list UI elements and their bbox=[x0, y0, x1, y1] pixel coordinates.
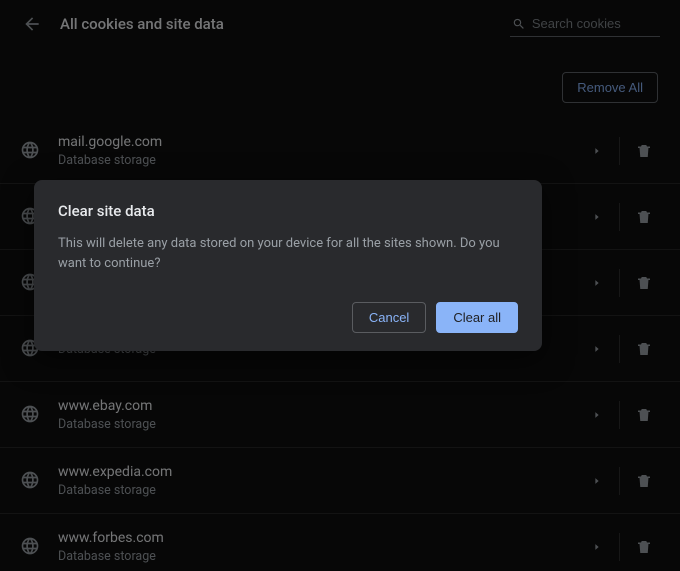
dialog-body: This will delete any data stored on your… bbox=[58, 234, 518, 274]
clear-site-data-dialog: Clear site data This will delete any dat… bbox=[34, 180, 542, 351]
cookies-settings-page: All cookies and site data Remove All mai… bbox=[0, 0, 680, 571]
clear-all-button[interactable]: Clear all bbox=[436, 302, 518, 333]
cancel-button[interactable]: Cancel bbox=[352, 302, 426, 333]
dialog-title: Clear site data bbox=[58, 202, 518, 220]
dialog-actions: Cancel Clear all bbox=[58, 302, 518, 333]
